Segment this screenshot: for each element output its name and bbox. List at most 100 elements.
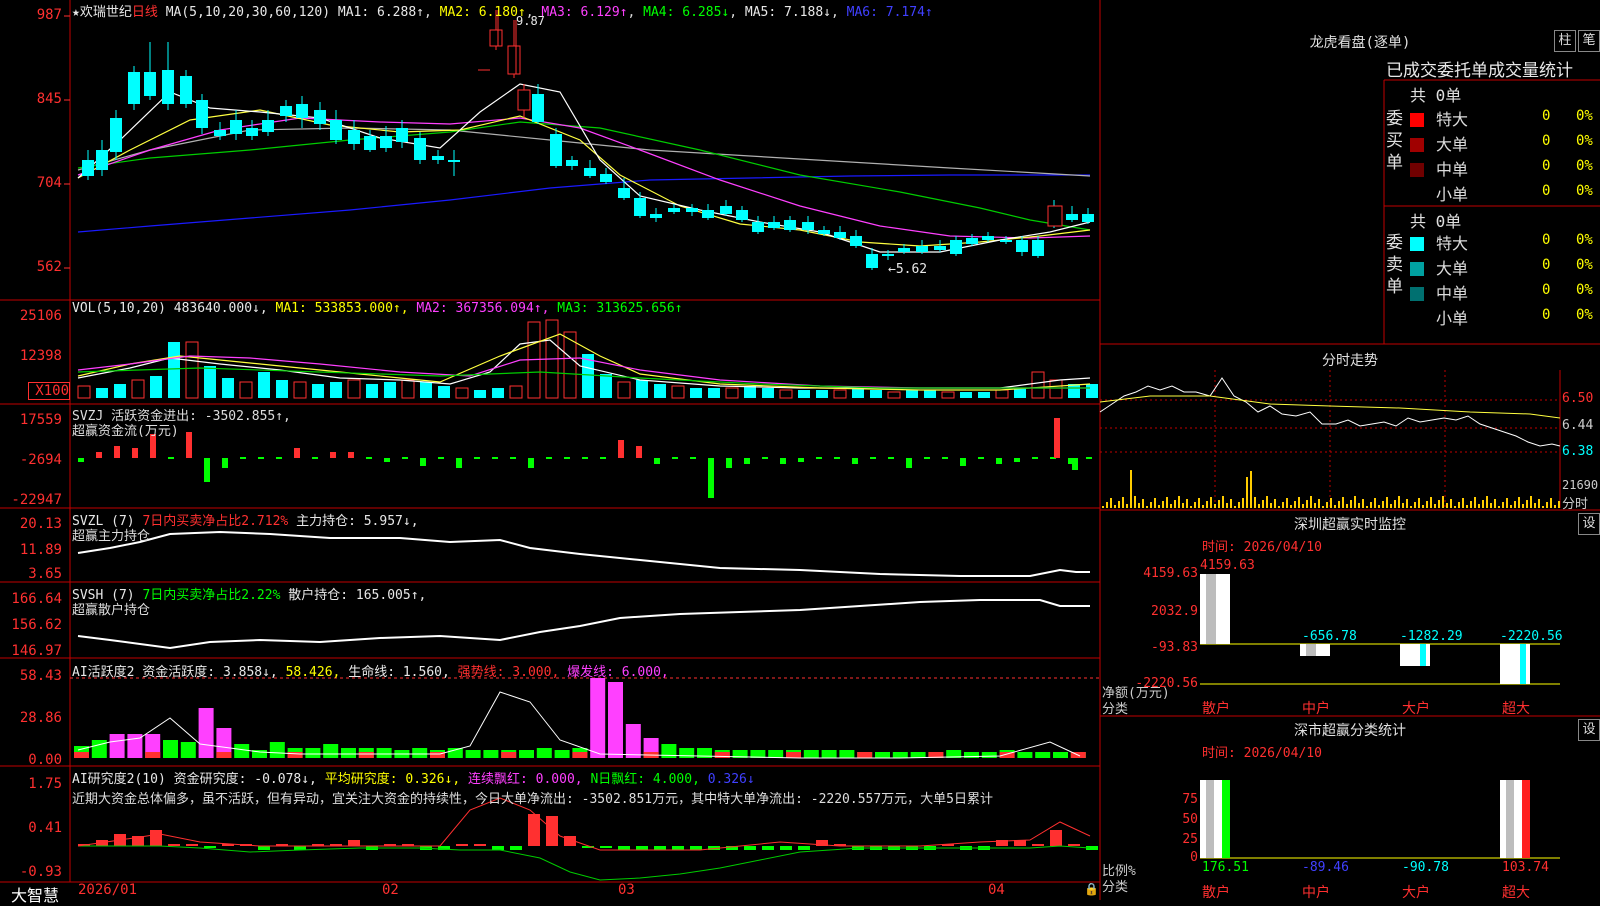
intraday-volume-bar [1358, 503, 1360, 508]
buy-row-super[interactable]: 特大 [1410, 106, 1468, 130]
candle-body [507, 45, 521, 75]
count-value: 0 [1542, 183, 1551, 199]
research-bar [618, 846, 630, 850]
activity-bar [198, 708, 214, 758]
intraday-volume-bar [1462, 498, 1464, 508]
intraday-volume-bar [1490, 503, 1492, 508]
ma-header: ★欢瑞世纪日线 MA(5,10,20,30,60,120) MA1: 6.288… [72, 5, 933, 20]
candle-body [280, 106, 292, 116]
intraday-volume-bar [1382, 501, 1384, 508]
fund-flow-bar [564, 457, 570, 459]
volume-bar [455, 387, 469, 399]
fund-flow-bar [636, 446, 642, 458]
research-bar [798, 846, 810, 850]
activity-bar [1035, 752, 1051, 758]
fund-flow-bar [978, 457, 984, 459]
volume-bar [960, 392, 972, 398]
ma4-value: MA4: 6.285↓ [643, 5, 730, 20]
candle-body [314, 110, 326, 124]
intraday-volume-bar [1486, 496, 1488, 508]
fund-flow-bar [492, 457, 498, 459]
volume-bar [852, 388, 864, 398]
intraday-volume-bar [1246, 477, 1248, 508]
candle-body [650, 214, 662, 218]
intraday-volume-bar [1470, 501, 1472, 508]
vol-axis-label: 12398 [19, 348, 62, 364]
svzj-sub: 超赢资金流(万元) [72, 424, 179, 439]
chart-canvas[interactable] [0, 0, 1600, 900]
volume-bar [870, 390, 882, 398]
intraday-volume-bar [1286, 498, 1288, 508]
activity-bar [679, 748, 695, 758]
period-label[interactable]: 日线 [132, 5, 158, 20]
sz-class-settings-button[interactable]: 设 [1578, 719, 1600, 741]
date-label: 02 [382, 882, 399, 898]
research-bar [492, 846, 504, 850]
volume-bar [239, 381, 253, 399]
activity-bar [163, 740, 178, 758]
low-price-value: 5.62 [895, 262, 928, 277]
fund-flow-bar [1032, 457, 1038, 459]
candle-body [686, 208, 698, 212]
candle-body [144, 72, 156, 96]
svzl-axis-label: 20.13 [19, 516, 62, 532]
intraday-axis-label: 6.38 [1562, 444, 1594, 459]
intraday-volume-bar [1270, 503, 1272, 508]
sell-total: 共 0单 [1410, 212, 1462, 231]
intraday-volume-bar [1162, 501, 1164, 508]
tick-mode-button[interactable]: 笔 [1578, 30, 1600, 52]
intraday-volume-bar [1510, 505, 1512, 508]
intraday-volume-bar [1446, 503, 1448, 508]
lock-icon[interactable]: 🔒 [1084, 882, 1099, 896]
vol-label: VOL(5,10,20) [72, 301, 166, 316]
candle-body [850, 236, 862, 246]
row-label: 小单 [1436, 309, 1469, 328]
intraday-volume-bar [1354, 496, 1356, 508]
intraday-volume-bar [1402, 503, 1404, 508]
candle-body [818, 230, 830, 234]
volume-bar [131, 379, 145, 399]
activity-bar [341, 748, 356, 758]
activity-bar [590, 678, 606, 758]
sell-row-large[interactable]: 大单 [1410, 255, 1468, 279]
sell-row-mid[interactable]: 中单 [1410, 280, 1468, 304]
star-icon: ★ [72, 5, 80, 20]
sz-class-cat: 散户 [1202, 885, 1230, 901]
intraday-volume-bar [1506, 498, 1508, 508]
intraday-volume-bar [1326, 502, 1328, 508]
vol-ma1: MA1: 533853.000↑, [275, 301, 409, 316]
sell-row-super[interactable]: 特大 [1410, 230, 1468, 254]
intraday-volume-bar [1210, 497, 1212, 508]
research-bar [474, 844, 486, 846]
buy-row-mid[interactable]: 中单 [1410, 156, 1468, 180]
intraday-volume-bar [1282, 502, 1284, 508]
ma3-value: MA3: 6.129↑ [541, 5, 628, 20]
sell-row-small[interactable]: 小单 [1410, 305, 1468, 329]
research-bar [258, 846, 270, 850]
intraday-volume-bar [1342, 497, 1344, 508]
volume-bar [168, 342, 180, 398]
fund-flow-bar [402, 457, 408, 459]
pct-value: 0% [1576, 108, 1593, 124]
bar-mode-button[interactable]: 柱 [1554, 30, 1576, 52]
intraday-volume-bar [1118, 501, 1120, 508]
buy-row-large[interactable]: 大单 [1410, 131, 1468, 155]
candle-body [668, 208, 680, 212]
buy-row-small[interactable]: 小单 [1410, 181, 1468, 205]
intraday-volume-bar [1234, 506, 1236, 508]
svzl-sub: 超赢主力持仓 [72, 529, 151, 544]
sz-class-title: 深市超赢分类统计 [1294, 723, 1406, 739]
sz-monitor-title: 深圳超赢实时监控 [1294, 517, 1406, 533]
intraday-volume-bar [1438, 500, 1440, 508]
candle-body [550, 134, 562, 166]
activity-bar [768, 750, 784, 758]
intraday-volume-bar [1274, 499, 1276, 508]
candle-body [1016, 240, 1028, 252]
sz-monitor-settings-button[interactable]: 设 [1578, 513, 1600, 535]
candle-body [752, 222, 764, 232]
stock-name[interactable]: 欢瑞世纪 [80, 5, 132, 20]
fund-flow-bar [744, 458, 750, 464]
vol-header: VOL(5,10,20) 483640.000↓, MA1: 533853.00… [72, 301, 683, 316]
intraday-volume-bar [1262, 500, 1264, 508]
candle-body [702, 210, 714, 218]
